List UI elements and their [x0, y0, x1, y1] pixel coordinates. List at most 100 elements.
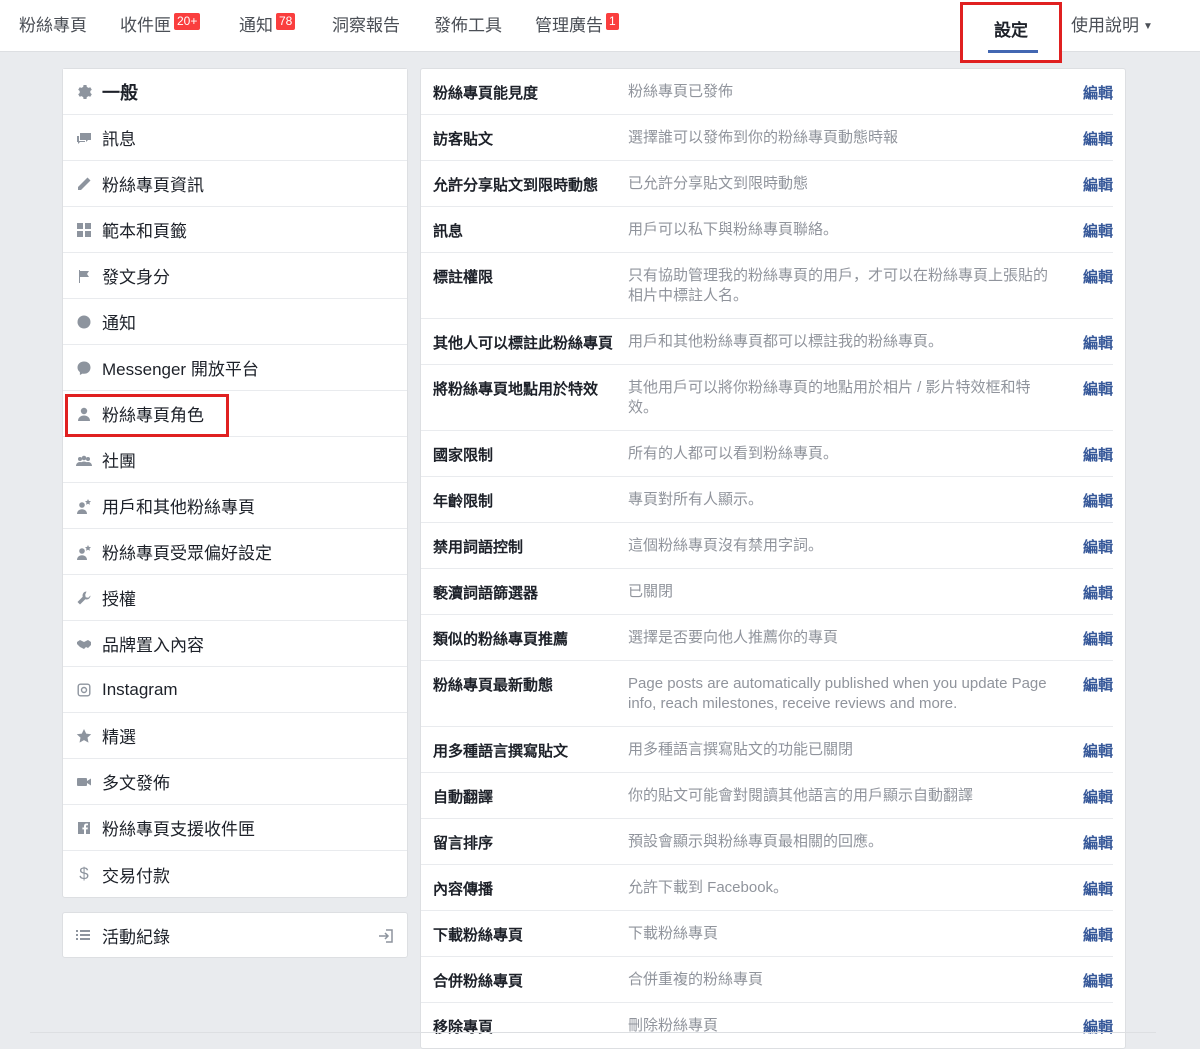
grid-icon	[75, 221, 93, 239]
settings-row-auto-translate: 自動翻譯 你的貼文可能會對閱讀其他語言的用戶顯示自動翻譯 編輯	[421, 773, 1113, 819]
messages-icon	[75, 129, 93, 147]
sidebar-item-groups[interactable]: 社團	[63, 437, 407, 483]
edit-link[interactable]: 編輯	[1083, 1016, 1113, 1037]
setting-name: 訊息	[433, 223, 464, 240]
sidebar-item-messaging[interactable]: 訊息	[63, 115, 407, 161]
nav-notifications[interactable]: 通知 78	[239, 0, 296, 52]
setting-desc: 這個粉絲專頁沒有禁用字詞。	[628, 537, 824, 554]
setting-desc: 預設會顯示與粉絲專頁最相關的回應。	[628, 833, 884, 850]
edit-link[interactable]: 編輯	[1083, 878, 1113, 899]
sidebar-item-page-roles[interactable]: 粉絲專頁角色	[63, 391, 407, 437]
settings-row-page-visibility: 粉絲專頁能見度 粉絲專頁已發佈 編輯	[421, 69, 1113, 115]
settings-row-page-location-effects: 將粉絲專頁地點用於特效 其他用戶可以將你粉絲專頁的地點用於相片 / 影片特效框和特…	[421, 365, 1113, 431]
nav-ad-center[interactable]: 管理廣告 1	[535, 0, 619, 52]
footer-divider	[30, 1032, 1156, 1033]
handshake-icon	[75, 635, 93, 653]
edit-link[interactable]: 編輯	[1083, 970, 1113, 991]
settings-row-profanity-filter: 褻瀆詞語篩選器 已關閉 編輯	[421, 569, 1113, 615]
active-tab-underline	[988, 50, 1038, 53]
edit-link[interactable]: 編輯	[1083, 628, 1113, 649]
setting-name: 年齡限制	[433, 493, 494, 510]
edit-link[interactable]: 編輯	[1083, 266, 1113, 287]
nav-inbox[interactable]: 收件匣 20+	[120, 0, 201, 52]
setting-name: 留言排序	[433, 835, 494, 852]
sidebar-item-crossposting[interactable]: 多文發佈	[63, 759, 407, 805]
edit-link[interactable]: 編輯	[1083, 444, 1113, 465]
setting-desc: 專頁對所有人顯示。	[628, 491, 764, 508]
top-navigation: 粉絲專頁 收件匣 20+ 通知 78 洞察報告 發佈工具 管理廣告 1 設定 使用說明…	[0, 0, 1200, 63]
edit-link[interactable]: 編輯	[1083, 536, 1113, 557]
settings-row-page-moderation: 禁用詞語控制 這個粉絲專頁沒有禁用字詞。 編輯	[421, 523, 1113, 569]
setting-desc: 用多種語言撰寫貼文的功能已關閉	[628, 741, 854, 758]
setting-name: 禁用詞語控制	[433, 539, 524, 556]
sidebar-item-post-attribution[interactable]: 發文身分	[63, 253, 407, 299]
settings-row-visitor-posts: 訪客貼文 選擇誰可以發佈到你的粉絲專頁動態時報 編輯	[421, 115, 1113, 161]
settings-row-multi-language-posts: 用多種語言撰寫貼文 用多種語言撰寫貼文的功能已關閉 編輯	[421, 727, 1113, 773]
edit-link[interactable]: 編輯	[1083, 924, 1113, 945]
settings-row-country-restrictions: 國家限制 所有的人都可以看到粉絲專頁。 編輯	[421, 431, 1113, 477]
settings-label: 設定	[994, 21, 1028, 40]
group-icon	[75, 451, 93, 469]
setting-desc: Page posts are automatically published w…	[628, 675, 1047, 712]
sidebar-item-messenger-platform[interactable]: Messenger 開放平台	[63, 345, 407, 391]
setting-name: 褻瀆詞語篩選器	[433, 585, 539, 602]
sidebar-item-instagram[interactable]: Instagram	[63, 667, 407, 713]
sidebar-item-support-inbox[interactable]: 粉絲專頁支援收件匣	[63, 805, 407, 851]
nav-page[interactable]: 粉絲專頁	[19, 0, 87, 52]
nav-help[interactable]: 使用說明 ▼	[1071, 0, 1153, 52]
edit-link[interactable]: 編輯	[1083, 128, 1113, 149]
edit-link[interactable]: 編輯	[1083, 582, 1113, 603]
edit-link[interactable]: 編輯	[1083, 832, 1113, 853]
edit-link[interactable]: 編輯	[1083, 332, 1113, 353]
sidebar-item-payments[interactable]: $ 交易付款	[63, 851, 407, 897]
setting-name: 下載粉絲專頁	[433, 927, 524, 944]
setting-name: 其他人可以標註此粉絲專頁	[433, 335, 614, 352]
setting-desc: 選擇誰可以發佈到你的粉絲專頁動態時報	[628, 129, 899, 146]
settings-row-tagging-ability: 標註權限 只有協助管理我的粉絲專頁的用戶，才可以在粉絲專頁上張貼的相片中標註人名。…	[421, 253, 1113, 319]
edit-link[interactable]: 編輯	[1083, 490, 1113, 511]
sidebar-item-general[interactable]: 一般	[63, 69, 407, 115]
setting-desc: 刪除粉絲專頁	[628, 1017, 719, 1034]
setting-name: 將粉絲專頁地點用於特效	[433, 381, 599, 398]
edit-link[interactable]: 編輯	[1083, 674, 1113, 695]
edit-link[interactable]: 編輯	[1083, 786, 1113, 807]
setting-name: 標註權限	[433, 269, 494, 286]
export-icon[interactable]	[377, 927, 395, 945]
flag-icon	[75, 267, 93, 285]
setting-desc: 你的貼文可能會對閱讀其他語言的用戶顯示自動翻譯	[628, 787, 974, 804]
setting-desc: 所有的人都可以看到粉絲專頁。	[628, 445, 839, 462]
edit-link[interactable]: 編輯	[1083, 220, 1113, 241]
nav-publishing-tools[interactable]: 發佈工具	[434, 0, 502, 52]
nav-settings[interactable]: 設定	[960, 2, 1062, 63]
gear-icon	[75, 83, 93, 101]
activity-log-item[interactable]: 活動紀錄	[62, 912, 408, 958]
person-star-icon	[75, 543, 93, 561]
setting-name: 用多種語言撰寫貼文	[433, 743, 569, 760]
sidebar-item-branded-content[interactable]: 品牌置入內容	[63, 621, 407, 667]
sidebar-item-audience-preferences[interactable]: 粉絲專頁受眾偏好設定	[63, 529, 407, 575]
settings-table: 粉絲專頁能見度 粉絲專頁已發佈 編輯 訪客貼文 選擇誰可以發佈到你的粉絲專頁動態時報編…	[420, 68, 1126, 1049]
sidebar-item-notifications[interactable]: 通知	[63, 299, 407, 345]
sidebar-item-authorizations[interactable]: 授權	[63, 575, 407, 621]
setting-name: 合併粉絲專頁	[433, 973, 524, 990]
ads-badge: 1	[606, 13, 619, 30]
caret-down-icon: ▼	[1143, 21, 1153, 32]
settings-row-remove-page: 移除專頁 刪除粉絲專頁 編輯	[421, 1003, 1113, 1048]
setting-desc: 合併重複的粉絲專頁	[628, 971, 764, 988]
setting-desc: 用戶可以私下與粉絲專頁聯絡。	[628, 221, 839, 238]
settings-row-messages: 訊息 用戶可以私下與粉絲專頁聯絡。 編輯	[421, 207, 1113, 253]
setting-desc: 只有協助管理我的粉絲專頁的用戶，才可以在粉絲專頁上張貼的相片中標註人名。	[628, 267, 1049, 304]
sidebar-item-page-info[interactable]: 粉絲專頁資訊	[63, 161, 407, 207]
settings-sidebar: 一般 訊息 粉絲專頁資訊 範本和頁籤 發文身分 通知 Messenger 開放平…	[62, 68, 408, 898]
sidebar-item-people-and-pages[interactable]: 用戶和其他粉絲專頁	[63, 483, 407, 529]
edit-link[interactable]: 編輯	[1083, 82, 1113, 103]
sidebar-item-templates-tabs[interactable]: 範本和頁籤	[63, 207, 407, 253]
setting-name: 移除專頁	[433, 1019, 494, 1036]
setting-desc: 已關閉	[628, 583, 674, 600]
edit-link[interactable]: 編輯	[1083, 740, 1113, 761]
settings-row-content-distribution: 內容傳播 允許下載到 Facebook。 編輯	[421, 865, 1113, 911]
nav-insights[interactable]: 洞察報告	[332, 0, 400, 52]
edit-link[interactable]: 編輯	[1083, 378, 1113, 399]
edit-link[interactable]: 編輯	[1083, 174, 1113, 195]
sidebar-item-featured[interactable]: 精選	[63, 713, 407, 759]
